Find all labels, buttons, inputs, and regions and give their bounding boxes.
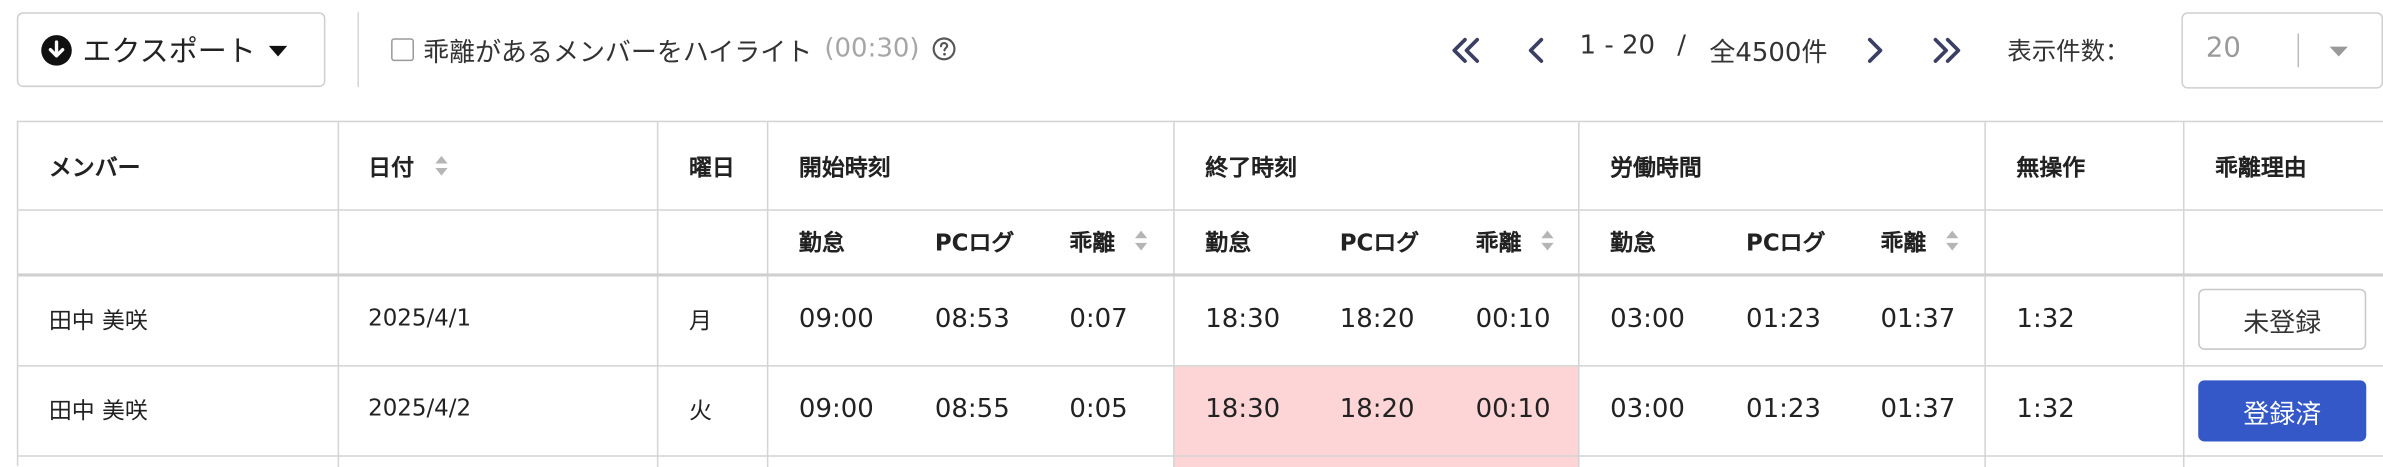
header-end-time: 終了時刻 bbox=[1205, 154, 1297, 182]
header-idle: 無操作 bbox=[2016, 154, 2086, 182]
subheader-start-pclog: PCログ bbox=[934, 229, 1015, 257]
cell-idle: 1:32 bbox=[2016, 303, 2075, 335]
cell-work-attendance: 03:00 bbox=[1610, 394, 1685, 425]
reason-unregistered-button[interactable]: 未登録 bbox=[2198, 288, 2367, 350]
header-reason: 乖離理由 bbox=[2215, 154, 2307, 182]
cell-end-attendance: 18:30 bbox=[1205, 394, 1281, 425]
subheader-start-gap[interactable]: 乖離 bbox=[1069, 226, 1115, 258]
cell-work-pclog: 01:23 bbox=[1746, 303, 1821, 335]
header-date[interactable]: 日付 bbox=[368, 151, 414, 183]
download-icon bbox=[41, 34, 72, 65]
cell-end-gap: 00:10 bbox=[1475, 394, 1551, 425]
subheader-end-attendance: 勤怠 bbox=[1205, 229, 1252, 257]
sort-icon[interactable] bbox=[1945, 229, 1960, 252]
header-weekday: 曜日 bbox=[688, 154, 735, 182]
cell-date: 2025/4/2 bbox=[368, 394, 472, 422]
cell-work-gap: 01:37 bbox=[1880, 394, 1956, 425]
select-divider bbox=[2297, 33, 2300, 68]
highlight-checkbox[interactable] bbox=[391, 37, 414, 61]
cell-work-gap: 01:37 bbox=[1880, 303, 1956, 335]
highlight-threshold: (00:30) bbox=[824, 33, 920, 65]
cell-start-pclog: 08:53 bbox=[934, 303, 1010, 335]
cell-idle: 1:32 bbox=[2016, 394, 2075, 425]
highlight-label[interactable]: 乖離があるメンバーをハイライト bbox=[423, 30, 812, 68]
export-label: エクスポート bbox=[82, 35, 256, 69]
cell-start-attendance: 09:00 bbox=[798, 303, 874, 335]
per-page-label: 表示件数： bbox=[2007, 36, 2130, 66]
last-page-icon[interactable] bbox=[1928, 37, 1965, 64]
subheader-end-gap[interactable]: 乖離 bbox=[1476, 226, 1522, 258]
cell-member: 田中 美咲 bbox=[48, 397, 148, 425]
cell-member: 田中 美咲 bbox=[48, 307, 148, 335]
first-page-icon[interactable] bbox=[1448, 37, 1485, 64]
header-start-time: 開始時刻 bbox=[798, 154, 891, 182]
per-page-select[interactable]: 20 bbox=[2181, 12, 2383, 89]
attendance-table: メンバー 日付 曜日 開始時刻 終了時刻 労働時間 無操作 乖離理由 勤怠 PC… bbox=[16, 120, 2383, 467]
reason-registered-button[interactable]: 登録済 bbox=[2198, 380, 2367, 442]
per-page-value: 20 bbox=[2205, 32, 2241, 65]
page-range: 1 - 20 bbox=[1579, 30, 1655, 62]
cell-start-attendance: 09:00 bbox=[798, 394, 874, 425]
page-separator: / bbox=[1677, 30, 1687, 62]
cell-end-pclog: 18:20 bbox=[1339, 394, 1415, 425]
next-page-icon[interactable] bbox=[1864, 37, 1885, 64]
attendance-page: エクスポート 乖離があるメンバーをハイライト (00:30) 1 - 20 / … bbox=[0, 0, 2383, 467]
sort-icon[interactable] bbox=[1133, 229, 1148, 252]
subheader-work-pclog: PCログ bbox=[1746, 229, 1826, 257]
previous-page-icon[interactable] bbox=[1526, 37, 1547, 64]
cell-start-pclog: 08:55 bbox=[934, 394, 1010, 425]
sort-icon[interactable] bbox=[1540, 229, 1555, 252]
cell-weekday: 火 bbox=[688, 397, 712, 425]
subheader-work-attendance: 勤怠 bbox=[1610, 229, 1656, 257]
export-button[interactable]: エクスポート bbox=[16, 12, 326, 88]
cell-end-attendance: 18:30 bbox=[1205, 303, 1281, 335]
subheader-end-pclog: PCログ bbox=[1339, 229, 1420, 257]
chevron-down-icon[interactable] bbox=[2328, 44, 2349, 58]
total-count: 全4500件 bbox=[1709, 38, 1828, 69]
cell-work-pclog: 01:23 bbox=[1746, 394, 1821, 425]
toolbar-divider bbox=[357, 12, 359, 88]
caret-down-icon bbox=[269, 45, 288, 56]
header-member: メンバー bbox=[48, 154, 141, 182]
cell-start-gap: 0:05 bbox=[1069, 394, 1128, 425]
help-icon[interactable] bbox=[932, 37, 956, 61]
subheader-start-attendance: 勤怠 bbox=[798, 229, 845, 257]
cell-start-gap: 0:07 bbox=[1069, 303, 1128, 335]
subheader-work-gap[interactable]: 乖離 bbox=[1880, 226, 1926, 258]
cell-weekday: 月 bbox=[688, 307, 712, 335]
sort-icon[interactable] bbox=[434, 154, 449, 177]
cell-date: 2025/4/1 bbox=[368, 303, 472, 332]
cell-work-attendance: 03:00 bbox=[1610, 303, 1685, 335]
header-work-time: 労働時間 bbox=[1610, 154, 1702, 182]
cell-end-gap: 00:10 bbox=[1475, 303, 1551, 335]
highlight-toggle: 乖離があるメンバーをハイライト (00:30) bbox=[391, 31, 956, 68]
cell-end-pclog: 18:20 bbox=[1339, 303, 1415, 335]
